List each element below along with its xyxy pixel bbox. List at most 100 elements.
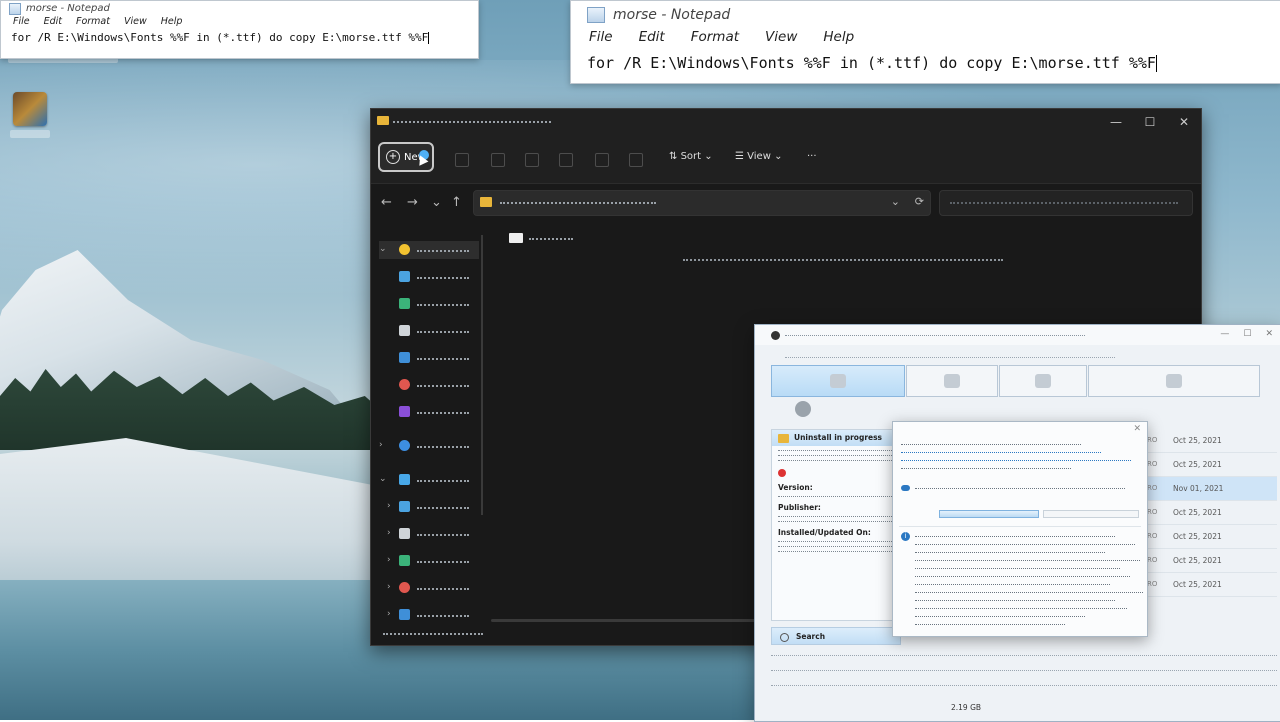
- row-fragment: RO: [1147, 580, 1158, 588]
- help-icon[interactable]: [795, 401, 811, 417]
- notepad-icon: [587, 7, 605, 23]
- table-row[interactable]: RO Oct 25, 2021: [1147, 453, 1277, 477]
- dialog-text-garbled: [901, 468, 1071, 469]
- nav-item-pc-documents[interactable]: ›: [379, 525, 479, 543]
- menu-help[interactable]: Help: [161, 16, 183, 29]
- program-details-panel: Uninstall in progress Version: Publisher…: [771, 429, 903, 621]
- more-options-button[interactable]: ···: [807, 151, 817, 162]
- menu-format[interactable]: Format: [691, 29, 739, 51]
- install-date: Nov 01, 2021: [1173, 484, 1224, 493]
- nav-item-pictures[interactable]: [379, 349, 479, 367]
- desktop-shortcut[interactable]: [10, 92, 50, 152]
- nav-label-garbled: [417, 358, 469, 360]
- close-button[interactable]: ✕: [1167, 109, 1201, 135]
- row-fragment: RO: [1147, 460, 1158, 468]
- uninstaller-title-garbled: [785, 335, 1085, 336]
- nav-label-garbled: [417, 385, 469, 387]
- log-text-garbled: [915, 552, 1105, 553]
- nav-label-garbled: [417, 304, 469, 306]
- share-icon[interactable]: [595, 153, 609, 167]
- nav-item-quick-access[interactable]: ⌄: [379, 241, 479, 259]
- nav-item-videos[interactable]: [379, 403, 479, 421]
- nav-item-documents[interactable]: [379, 322, 479, 340]
- recent-chevron-icon[interactable]: ⌄: [431, 195, 442, 210]
- table-row[interactable]: RO Oct 25, 2021: [1147, 549, 1277, 573]
- tab-uninstall[interactable]: [771, 365, 905, 397]
- desktop-icon: [399, 501, 410, 512]
- menu-edit[interactable]: Edit: [44, 16, 62, 29]
- installed-value-garbled: [778, 551, 896, 552]
- notepad-content: for /R E:\Windows\Fonts %%F in (*.ttf) d…: [11, 31, 429, 44]
- search-input[interactable]: [939, 190, 1193, 216]
- publisher-value-garbled: [778, 516, 896, 517]
- nav-item-pc-music[interactable]: ›: [379, 579, 479, 597]
- copy-icon[interactable]: [491, 153, 505, 167]
- cut-icon[interactable]: [455, 153, 469, 167]
- info-icon: i: [901, 532, 910, 541]
- address-bar[interactable]: ⌄ ⟳: [473, 190, 931, 216]
- nav-item-music[interactable]: [379, 376, 479, 394]
- menu-format[interactable]: Format: [76, 16, 110, 29]
- table-row[interactable]: RO Oct 25, 2021: [1147, 501, 1277, 525]
- nav-item-pc-downloads[interactable]: ›: [379, 552, 479, 570]
- progress-button-secondary[interactable]: [1043, 510, 1139, 518]
- maximize-button[interactable]: ☐: [1133, 109, 1167, 135]
- paste-icon[interactable]: [525, 153, 539, 167]
- nav-item-this-pc[interactable]: ⌄: [379, 471, 479, 489]
- notepad-text-area[interactable]: for /R E:\Windows\Fonts %%F in (*.ttf) d…: [1, 31, 478, 44]
- menu-edit[interactable]: Edit: [639, 29, 665, 51]
- uninstall-progress-dialog[interactable]: ✕ i: [892, 421, 1148, 637]
- progress-bar: [939, 510, 1139, 518]
- nav-label-garbled: [417, 534, 469, 536]
- install-date: Oct 25, 2021: [1173, 556, 1222, 565]
- picture-icon: [399, 352, 410, 363]
- notepad-window-small[interactable]: morse - Notepad File Edit Format View He…: [0, 0, 479, 59]
- delete-icon[interactable]: [629, 153, 643, 167]
- rename-icon[interactable]: [559, 153, 573, 167]
- menu-file[interactable]: File: [589, 29, 613, 51]
- view-button[interactable]: ☰ View ⌄: [735, 151, 782, 162]
- notepad-text-area[interactable]: for /R E:\Windows\Fonts %%F in (*.ttf) d…: [571, 54, 1280, 72]
- up-arrow-icon[interactable]: ↑: [451, 195, 462, 210]
- nav-item-downloads[interactable]: [379, 295, 479, 313]
- refresh-icon[interactable]: ⟳: [915, 195, 924, 208]
- table-row[interactable]: RO Oct 25, 2021: [1147, 429, 1277, 453]
- nav-item-desktop[interactable]: [379, 268, 479, 286]
- tab-tools[interactable]: [1088, 365, 1260, 397]
- nav-scrollbar[interactable]: [481, 235, 483, 515]
- name-column-checkbox[interactable]: [509, 233, 523, 243]
- menu-help[interactable]: Help: [823, 29, 854, 51]
- log-text-garbled: [915, 624, 1065, 625]
- menu-view[interactable]: View: [124, 16, 147, 29]
- installed-value-garbled: [778, 541, 896, 542]
- menu-garbled: [785, 357, 1115, 358]
- nav-item-pc-desktop[interactable]: ›: [379, 498, 479, 516]
- progress-button-primary[interactable]: [939, 510, 1039, 518]
- refresh-icon: [1035, 374, 1051, 388]
- minimize-button[interactable]: —: [1099, 109, 1133, 135]
- minimize-button[interactable]: —: [1220, 329, 1229, 339]
- nav-item-pc-pictures[interactable]: ›: [379, 606, 479, 624]
- log-text-garbled: [915, 616, 1085, 617]
- menu-view[interactable]: View: [765, 29, 797, 51]
- dialog-close-button[interactable]: ✕: [1133, 424, 1141, 434]
- address-dropdown-icon[interactable]: ⌄: [891, 195, 900, 208]
- tab-monitor[interactable]: [906, 365, 998, 397]
- back-arrow-icon[interactable]: ←: [381, 195, 392, 210]
- table-row[interactable]: RO Oct 25, 2021: [1147, 573, 1277, 597]
- forward-arrow-icon[interactable]: →: [407, 195, 418, 210]
- maximize-button[interactable]: ☐: [1243, 329, 1251, 339]
- close-button[interactable]: ✕: [1265, 329, 1273, 339]
- search-panel-header[interactable]: Search: [771, 627, 901, 645]
- tab-refresh[interactable]: [999, 365, 1087, 397]
- notepad-window-large[interactable]: morse - Notepad File Edit Format View He…: [570, 0, 1280, 84]
- menu-file[interactable]: File: [13, 16, 30, 29]
- nav-item-onedrive[interactable]: ›: [379, 437, 479, 455]
- log-text-garbled: [915, 600, 1115, 601]
- sort-button[interactable]: ⇅ Sort ⌄: [669, 151, 713, 162]
- desktop-icon: [399, 271, 410, 282]
- uninstall-action[interactable]: [772, 468, 902, 477]
- dialog-text-garbled: [915, 488, 1125, 489]
- table-row[interactable]: RO Oct 25, 2021: [1147, 525, 1277, 549]
- table-row-selected[interactable]: RO Nov 01, 2021: [1147, 477, 1277, 501]
